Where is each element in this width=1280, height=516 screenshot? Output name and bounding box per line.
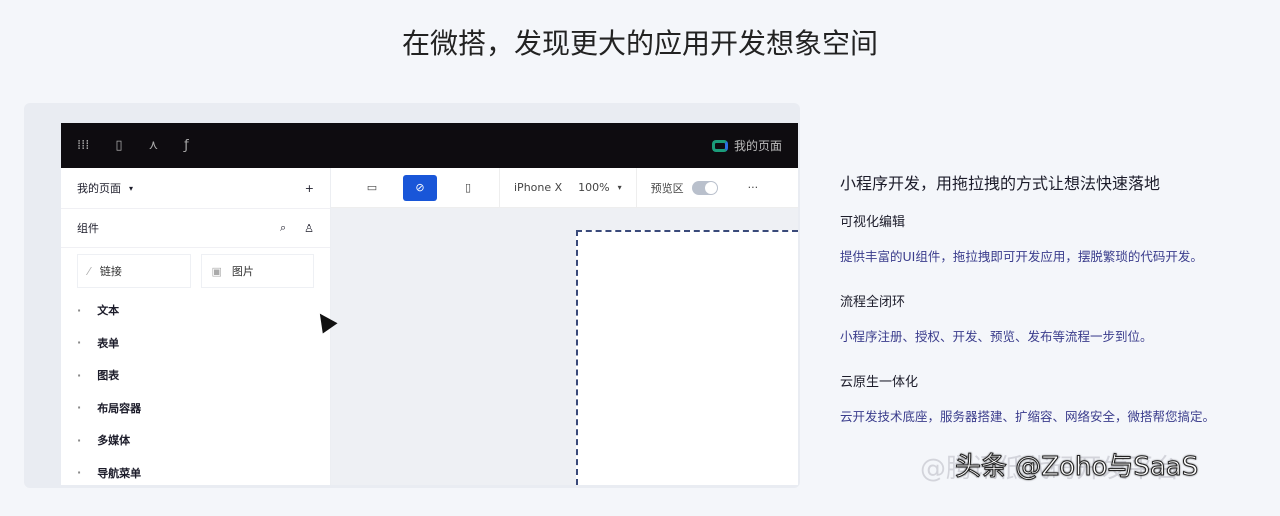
flow-icon[interactable]: ⋏ — [149, 138, 159, 153]
phone-frame[interactable] — [576, 230, 798, 485]
database-icon[interactable]: ▯ — [115, 138, 122, 153]
tree-item[interactable]: · 图表 — [61, 359, 330, 392]
section-text: 云开发技术底座，服务器搭建、扩缩容、网络安全，微搭帮您搞定。 — [840, 409, 1216, 424]
miniprogram-view-button[interactable]: ⊘ — [403, 174, 437, 201]
chip-label: 图片 — [231, 265, 254, 278]
device-select[interactable]: iPhone X — [514, 181, 562, 194]
components-label: 组件 — [77, 222, 99, 235]
editor-topbar: ⁞⁞⁞ ▯ ⋏ ƒ 我的页面 — [61, 123, 798, 168]
section-heading: 流程全闭环 — [840, 295, 906, 310]
chip-label: 链接 — [99, 265, 122, 278]
add-page-button[interactable]: + — [305, 182, 314, 195]
tree-item[interactable]: · 布局容器 — [61, 392, 330, 425]
component-link[interactable]: ⁄ 链接 — [77, 254, 191, 288]
preview-label: 预览区 — [650, 181, 684, 195]
preview-toggle[interactable] — [691, 180, 718, 195]
image-icon: ▣ — [211, 264, 222, 278]
function-icon[interactable]: ƒ — [184, 138, 189, 153]
section-text: 提供丰富的UI组件，拖拉拽即可开发应用，摆脱繁琐的代码开发。 — [840, 249, 1203, 264]
app-name: 我的页面 — [733, 139, 782, 153]
info-title: 小程序开发，用拖拉拽的方式让想法快速落地 — [840, 174, 1161, 193]
apps-grid-icon[interactable]: ⁞⁞⁞ — [77, 138, 89, 153]
watermark: 头条 @Zoho与SaaS — [954, 452, 1199, 483]
page-select[interactable]: 我的页面 — [77, 180, 121, 196]
feature-info: 小程序开发，用拖拉拽的方式让想法快速落地 可视化编辑 提供丰富的UI组件，拖拉拽… — [840, 170, 1280, 451]
component-tree: · 文本 · 表单 · 图表 · 布局容器 · 多媒体 · 导航菜单 — [61, 294, 330, 485]
editor-window: ⁞⁞⁞ ▯ ⋏ ƒ 我的页面 我的页面 ▾ + 组件 ⌕ ♙ ⁄ 链接 ▣ 图片 · 文本 ·… — [61, 123, 798, 485]
zoom-select[interactable]: 100% — [578, 181, 609, 194]
weda-logo-icon — [711, 139, 728, 152]
link-icon: ⁄ — [88, 264, 90, 278]
section-text: 小程序注册、授权、开发、预览、发布等流程一步到位。 — [840, 329, 1153, 344]
search-icon[interactable]: ⌕ — [280, 221, 286, 235]
page-headline: 在微搭，发现更大的应用开发想象空间 — [401, 27, 878, 60]
user-icon[interactable]: ♙ — [304, 222, 314, 235]
tree-item[interactable]: · 多媒体 — [61, 424, 330, 457]
section-heading: 云原生一体化 — [840, 375, 919, 390]
mobile-view-button[interactable]: ▯ — [451, 175, 485, 201]
tree-item[interactable]: · 导航菜单 — [61, 457, 330, 486]
desktop-view-button[interactable]: ▭ — [355, 175, 389, 201]
component-image[interactable]: ▣ 图片 — [200, 254, 314, 288]
design-canvas[interactable] — [331, 208, 798, 485]
section-heading: 可视化编辑 — [840, 215, 906, 230]
editor-toolbar: ▭ ⊘ ▯ iPhone X 100% ▾ 预览区 ··· — [331, 167, 798, 208]
tree-item[interactable]: · 文本 — [61, 294, 330, 327]
chevron-down-icon[interactable]: ▾ — [618, 183, 622, 192]
tree-item[interactable]: · 表单 — [61, 327, 330, 360]
more-button[interactable]: ··· — [748, 181, 759, 194]
component-sidebar: 我的页面 ▾ + 组件 ⌕ ♙ ⁄ 链接 ▣ 图片 · 文本 · 表单 · 图表 · 布局容器 · 多… — [61, 168, 331, 485]
chevron-down-icon[interactable]: ▾ — [129, 184, 133, 193]
